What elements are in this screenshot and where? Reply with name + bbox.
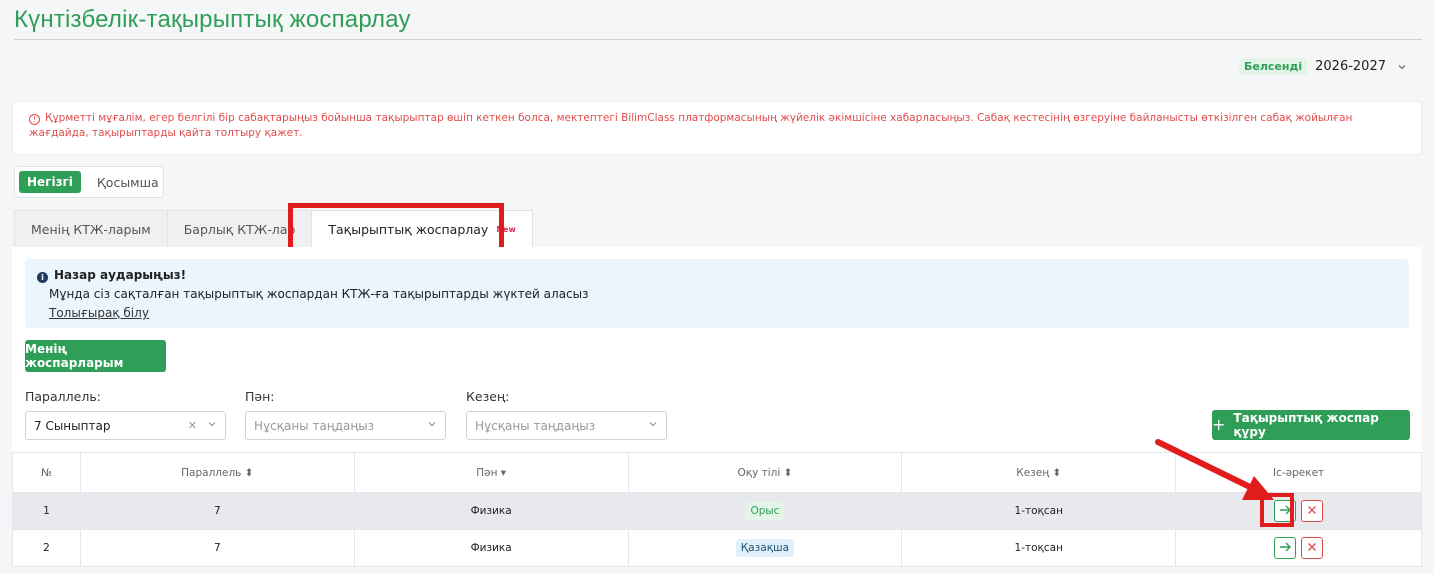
chevron-down-icon xyxy=(427,419,437,432)
warning-banner: ! Құрметті мұғалім, егер белгілі бір саба… xyxy=(12,101,1422,155)
delete-plan-button[interactable] xyxy=(1301,500,1324,522)
segment-switch: Негізгі Қосымша xyxy=(14,166,164,198)
col-num: № xyxy=(12,452,81,493)
chevron-down-icon xyxy=(1394,59,1410,75)
title-divider xyxy=(14,39,1422,40)
plans-table: № Параллель ⬍ Пән ▾ Оқу тілі ⬍ Кезең ⬍ І… xyxy=(12,452,1422,567)
cell-subject: Физика xyxy=(353,529,629,567)
col-subject[interactable]: Пән ▾ xyxy=(353,452,629,493)
year-value: 2026-2027 xyxy=(1315,59,1386,74)
open-plan-button[interactable] xyxy=(1274,500,1297,522)
my-plans-button[interactable]: Менің жоспарларым xyxy=(25,340,166,372)
period-select[interactable]: Нұсқаны таңдаңыз xyxy=(466,411,667,440)
arrow-right-icon xyxy=(1278,503,1292,520)
info-icon: i xyxy=(37,272,48,283)
cell-num: 2 xyxy=(12,529,81,567)
col-period[interactable]: Кезең ⬍ xyxy=(901,452,1177,493)
close-icon xyxy=(1306,504,1318,519)
period-placeholder: Нұсқаны таңдаңыз xyxy=(475,418,596,433)
active-badge: Белсенді xyxy=(1239,58,1308,75)
warning-text: Құрметті мұғалім, егер белгілі бір сабақ… xyxy=(29,112,1353,139)
table-row: 2 7 Физика Қазақша 1-тоқсан xyxy=(12,529,1422,567)
chevron-down-icon xyxy=(648,419,658,432)
create-plan-label: Тақырыптық жоспар құру xyxy=(1233,411,1379,439)
segment-main[interactable]: Негізгі xyxy=(19,171,81,193)
subject-placeholder: Нұсқаны таңдаңыз xyxy=(254,418,375,433)
cell-parallel: 7 xyxy=(79,529,355,567)
table-header-row: № Параллель ⬍ Пән ▾ Оқу тілі ⬍ Кезең ⬍ І… xyxy=(12,452,1422,493)
cell-language: Қазақша xyxy=(627,529,903,567)
close-icon xyxy=(1306,541,1318,556)
language-badge: Орыс xyxy=(745,502,785,520)
cell-actions xyxy=(1175,492,1422,530)
cell-subject: Физика xyxy=(353,492,629,530)
table-row: 1 7 Физика Орыс 1-тоқсан xyxy=(12,492,1422,530)
notice-body: Мұнда сіз сақталған тақырыптық жоспардан… xyxy=(49,287,589,301)
open-plan-button[interactable] xyxy=(1274,537,1297,559)
period-label: Кезең: xyxy=(466,389,510,404)
cell-period: 1-тоқсан xyxy=(901,492,1177,530)
plus-icon: + xyxy=(1212,415,1226,434)
cell-num: 1 xyxy=(12,492,81,530)
content-panel: i Назар аударыңыз! Мұнда сіз сақталған та… xyxy=(12,247,1422,567)
cell-parallel: 7 xyxy=(79,492,355,530)
tabs-bar: Менің КТЖ-ларым Барлық КТЖ-лар Тақырыпты… xyxy=(14,210,533,247)
tab-all-ktzh[interactable]: Барлық КТЖ-лар xyxy=(167,210,313,247)
chevron-down-icon xyxy=(207,419,217,432)
notice-title: Назар аударыңыз! xyxy=(54,268,187,282)
create-plan-button[interactable]: + Тақырыптық жоспар құру xyxy=(1212,410,1410,440)
tab-thematic-planning[interactable]: Тақырыптық жоспарлау New xyxy=(312,210,533,247)
learn-more-link[interactable]: Толығырақ білу xyxy=(37,304,1397,323)
notice-box: i Назар аударыңыз! Мұнда сіз сақталған та… xyxy=(25,259,1409,328)
warning-circle-icon: ! xyxy=(29,114,40,125)
subject-label: Пән: xyxy=(245,389,275,404)
segment-extra[interactable]: Қосымша xyxy=(89,171,167,194)
page-title: Күнтізбелік-тақырыптық жоспарлау xyxy=(14,6,411,33)
tab-label: Тақырыптық жоспарлау xyxy=(328,221,489,237)
parallel-select[interactable]: 7 Сыныптар ✕ xyxy=(25,411,226,440)
cell-period: 1-тоқсан xyxy=(901,529,1177,567)
tab-label: Барлық КТЖ-лар xyxy=(183,221,296,237)
col-actions: Іс-әрекет xyxy=(1175,452,1422,493)
col-language[interactable]: Оқу тілі ⬍ xyxy=(627,452,903,493)
parallel-value: 7 Сыныптар xyxy=(34,418,111,433)
language-badge: Қазақша xyxy=(735,539,795,557)
new-badge: New xyxy=(496,224,516,234)
col-parallel[interactable]: Параллель ⬍ xyxy=(79,452,355,493)
parallel-label: Параллель: xyxy=(25,389,101,404)
subject-select[interactable]: Нұсқаны таңдаңыз xyxy=(245,411,446,440)
tab-label: Менің КТЖ-ларым xyxy=(31,221,151,237)
cell-language: Орыс xyxy=(627,492,903,530)
cell-actions xyxy=(1175,529,1422,567)
delete-plan-button[interactable] xyxy=(1301,537,1324,559)
tab-my-ktzh[interactable]: Менің КТЖ-ларым xyxy=(14,210,168,247)
clear-icon[interactable]: ✕ xyxy=(188,419,197,432)
year-selector[interactable]: Белсенді 2026-2027 xyxy=(1239,58,1410,75)
arrow-right-icon xyxy=(1278,540,1292,557)
